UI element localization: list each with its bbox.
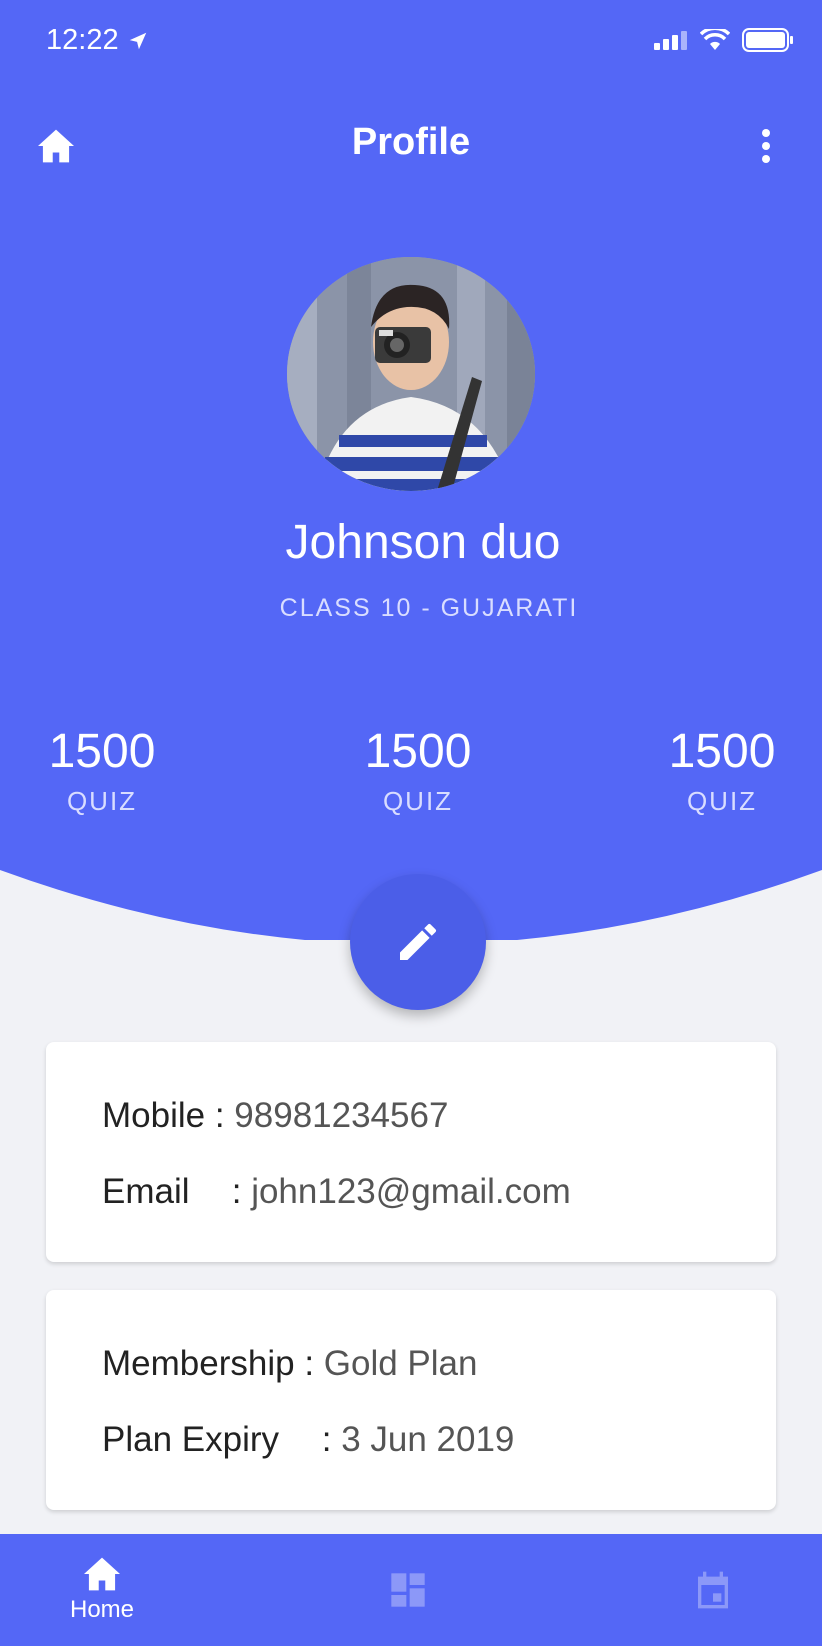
stat-value: 1500 — [364, 725, 472, 778]
membership-label: Membership — [102, 1344, 295, 1383]
stat-item: 1500 QUIZ — [622, 728, 822, 817]
pencil-icon — [400, 923, 437, 960]
avatar-photo — [287, 257, 535, 491]
stat-label: QUIZ — [66, 786, 138, 816]
nav-item-dashboard[interactable] — [368, 1534, 448, 1646]
stat-item: 1500 QUIZ — [318, 728, 518, 817]
email-row: Email : john123@gmail.com — [102, 1172, 571, 1212]
edit-profile-button[interactable] — [350, 874, 486, 1010]
stat-label: QUIZ — [382, 786, 454, 816]
location-arrow-icon — [129, 32, 146, 49]
mobile-value: 98981234567 — [234, 1096, 449, 1135]
separator: : — [231, 1172, 252, 1211]
email-value: john123@gmail.com — [251, 1172, 571, 1211]
user-class-label: CLASS 10 - GUJARATI — [279, 594, 579, 622]
separator: : — [304, 1344, 324, 1383]
plan-expiry-row: Plan Expiry : 3 Jun 2019 — [102, 1420, 514, 1460]
user-name: Johnson duo — [285, 516, 561, 569]
calendar-icon — [698, 1571, 728, 1609]
more-options-button[interactable] — [746, 124, 786, 168]
membership-row: Membership : Gold Plan — [102, 1344, 477, 1384]
membership-info-card: Membership : Gold Plan Plan Expiry : 3 J… — [46, 1290, 776, 1510]
stat-label: QUIZ — [686, 786, 758, 816]
plan-expiry-label: Plan Expiry — [102, 1420, 280, 1459]
plan-expiry-value: 3 Jun 2019 — [341, 1420, 515, 1459]
stat-value: 1500 — [48, 725, 156, 778]
avatar[interactable] — [287, 257, 535, 491]
status-time-text: 12:22 — [46, 24, 119, 56]
nav-home-label: Home — [69, 1596, 135, 1623]
page-title: Profile — [351, 121, 471, 163]
status-bar-time: 12:22 — [46, 24, 149, 57]
nav-item-calendar[interactable] — [673, 1534, 753, 1646]
contact-info-card: Mobile : 98981234567 Email : john123@gma… — [46, 1042, 776, 1262]
mobile-row: Mobile : 98981234567 — [102, 1096, 448, 1136]
home-icon — [84, 1557, 120, 1591]
membership-value: Gold Plan — [323, 1344, 478, 1383]
mobile-label: Mobile — [102, 1096, 206, 1135]
stat-value: 1500 — [668, 725, 776, 778]
wifi-icon — [700, 29, 730, 50]
status-bar-indicators — [654, 28, 794, 52]
separator: : — [214, 1096, 235, 1135]
dashboard-icon — [391, 1573, 425, 1607]
battery-icon — [742, 28, 793, 52]
stat-item: 1500 QUIZ — [2, 728, 202, 817]
more-vertical-icon — [762, 129, 770, 163]
separator: : — [321, 1420, 342, 1459]
email-label: Email — [102, 1172, 190, 1211]
signal-icon — [654, 31, 687, 50]
nav-item-home[interactable]: Home — [52, 1534, 152, 1646]
bottom-navigation: Home — [0, 1534, 822, 1646]
